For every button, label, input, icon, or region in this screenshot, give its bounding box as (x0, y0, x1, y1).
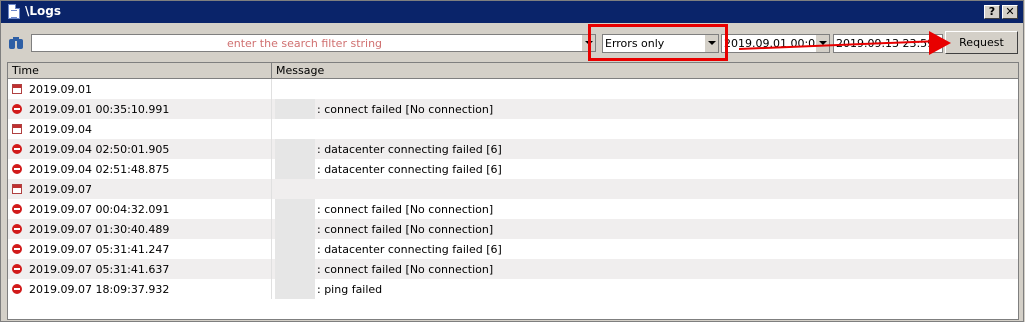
column-header-time[interactable]: Time (8, 63, 272, 78)
message-text: : datacenter connecting failed [6] (317, 143, 502, 156)
time-text: 2019.09.07 00:04:32.091 (29, 203, 170, 216)
time-text: 2019.09.07 (29, 183, 92, 196)
message-cell (272, 119, 1018, 139)
log-grid[interactable]: Time Message 2019.09.01 2019.09.01 00:35:… (7, 62, 1019, 320)
search-combo[interactable] (31, 34, 596, 52)
close-button[interactable]: ✕ (1002, 5, 1018, 19)
date-from-picker[interactable]: 2019.09.01 00:00 (721, 34, 830, 53)
redacted-source (275, 159, 315, 179)
message-cell (272, 179, 1018, 199)
time-text: 2019.09.04 02:51:48.875 (29, 163, 170, 176)
redacted-source (275, 219, 315, 239)
title-bar: \Logs ? ✕ (1, 1, 1023, 23)
time-text: 2019.09.01 (29, 83, 92, 96)
message-cell: : connect failed [No connection] (272, 99, 1018, 119)
window-title: \Logs (25, 4, 62, 18)
log-entry-row[interactable]: 2019.09.07 05:31:41.247 : datacenter conn… (8, 239, 1018, 259)
date-group-row[interactable]: 2019.09.04 (8, 119, 1018, 139)
time-cell: 2019.09.07 18:09:37.932 (8, 279, 272, 299)
redacted-source (275, 259, 315, 279)
time-cell: 2019.09.07 05:31:41.637 (8, 259, 272, 279)
log-entry-row[interactable]: 2019.09.01 00:35:10.991 : connect failed … (8, 99, 1018, 119)
log-entry-row[interactable]: 2019.09.04 02:50:01.905 : datacenter conn… (8, 139, 1018, 159)
time-cell: 2019.09.01 (8, 79, 272, 99)
message-text: : connect failed [No connection] (317, 203, 494, 216)
message-text: : datacenter connecting failed [6] (317, 243, 502, 256)
search-input[interactable] (32, 35, 577, 51)
column-header-message[interactable]: Message (272, 63, 1018, 78)
date-group-row[interactable]: 2019.09.07 (8, 179, 1018, 199)
message-text: : ping failed (317, 283, 383, 296)
message-cell: : ping failed (272, 279, 1018, 299)
grid-header: Time Message (8, 63, 1018, 79)
message-cell (272, 79, 1018, 99)
message-cell: : connect failed [No connection] (272, 219, 1018, 239)
error-icon (12, 224, 22, 234)
logs-window: \Logs ? ✕ Errors only 2019.09.01 00:00 2… (0, 0, 1024, 322)
time-text: 2019.09.01 00:35:10.991 (29, 103, 170, 116)
log-entry-row[interactable]: 2019.09.07 01:30:40.489 : connect failed … (8, 219, 1018, 239)
message-cell: : datacenter connecting failed [6] (272, 239, 1018, 259)
time-text: 2019.09.04 02:50:01.905 (29, 143, 170, 156)
time-text: 2019.09.04 (29, 123, 92, 136)
log-entry-row[interactable]: 2019.09.07 18:09:37.932 : ping failed (8, 279, 1018, 299)
time-text: 2019.09.07 01:30:40.489 (29, 223, 170, 236)
time-text: 2019.09.07 05:31:41.637 (29, 263, 170, 276)
redacted-source (275, 99, 315, 119)
time-cell: 2019.09.04 02:51:48.875 (8, 159, 272, 179)
time-cell: 2019.09.04 (8, 119, 272, 139)
time-cell: 2019.09.07 05:31:41.247 (8, 239, 272, 259)
time-cell: 2019.09.07 00:04:32.091 (8, 199, 272, 219)
request-button[interactable]: Request (945, 31, 1018, 54)
date-group-row[interactable]: 2019.09.01 (8, 79, 1018, 99)
annotation-highlight-box (588, 24, 728, 61)
message-cell: : datacenter connecting failed [6] (272, 159, 1018, 179)
calendar-icon (12, 84, 22, 94)
error-icon (12, 164, 22, 174)
message-text: : datacenter connecting failed [6] (317, 163, 502, 176)
log-entry-row[interactable]: 2019.09.04 02:51:48.875 : datacenter conn… (8, 159, 1018, 179)
redacted-source (275, 139, 315, 159)
binoculars-icon[interactable] (8, 36, 24, 50)
calendar-icon (12, 124, 22, 134)
message-cell: : connect failed [No connection] (272, 259, 1018, 279)
error-icon (12, 284, 22, 294)
time-text: 2019.09.07 18:09:37.932 (29, 283, 170, 296)
message-cell: : connect failed [No connection] (272, 199, 1018, 219)
time-cell: 2019.09.04 02:50:01.905 (8, 139, 272, 159)
calendar-icon (12, 184, 22, 194)
annotation-arrow-head (929, 31, 951, 55)
error-icon (12, 244, 22, 254)
help-button[interactable]: ? (984, 5, 1000, 19)
error-icon (12, 204, 22, 214)
message-text: : connect failed [No connection] (317, 103, 494, 116)
error-icon (12, 144, 22, 154)
document-icon (8, 4, 20, 19)
redacted-source (275, 279, 315, 299)
message-cell: : datacenter connecting failed [6] (272, 139, 1018, 159)
time-text: 2019.09.07 05:31:41.247 (29, 243, 170, 256)
log-entry-row[interactable]: 2019.09.07 05:31:41.637 : connect failed … (8, 259, 1018, 279)
log-entry-row[interactable]: 2019.09.07 00:04:32.091 : connect failed … (8, 199, 1018, 219)
error-icon (12, 264, 22, 274)
message-text: : connect failed [No connection] (317, 223, 494, 236)
time-cell: 2019.09.07 (8, 179, 272, 199)
redacted-source (275, 199, 315, 219)
time-cell: 2019.09.01 00:35:10.991 (8, 99, 272, 119)
redacted-source (275, 239, 315, 259)
time-cell: 2019.09.07 01:30:40.489 (8, 219, 272, 239)
message-text: : connect failed [No connection] (317, 263, 494, 276)
error-icon (12, 104, 22, 114)
